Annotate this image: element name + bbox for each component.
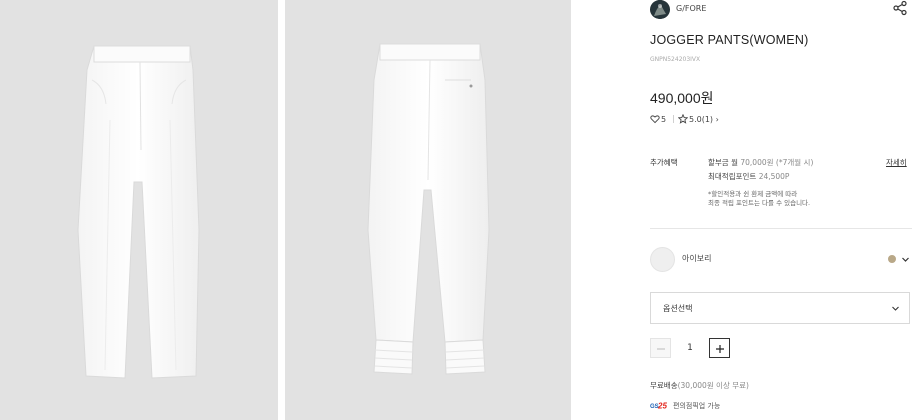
color-dot — [888, 255, 896, 263]
quantity-value[interactable]: 1 — [671, 338, 709, 358]
chevron-down-icon[interactable] — [901, 255, 910, 264]
share-icon[interactable] — [892, 0, 908, 16]
product-image-back[interactable] — [285, 0, 571, 420]
gs25-logo-icon: GS 25 — [650, 402, 667, 411]
brand-logo-icon — [650, 0, 670, 19]
shipping-info: 무료배송(30,000원 이상 무료) — [650, 380, 749, 391]
brand-name[interactable]: G/FORE — [676, 4, 706, 13]
stats-separator: | — [672, 114, 675, 123]
color-selector[interactable]: 아이보리 — [650, 247, 912, 273]
option-select-dropdown[interactable]: 옵션선택 — [650, 292, 910, 324]
brand-row: G/FORE — [650, 0, 912, 20]
pants-back-illustration — [367, 43, 490, 375]
points-prefix: 최대적립포인트 — [708, 172, 759, 181]
product-price: 490,000원 — [650, 90, 714, 106]
installment-suffix: (*7개월 시) — [773, 158, 814, 167]
quantity-increase-button[interactable] — [709, 338, 730, 358]
heart-icon[interactable] — [650, 114, 660, 124]
plus-icon — [716, 345, 724, 353]
pickup-text: 편의점픽업 가능 — [673, 402, 721, 410]
product-title: JOGGER PANTS(WOMEN) — [650, 33, 809, 47]
section-divider — [650, 228, 912, 229]
product-info-panel: G/FORE JOGGER PANTS(WOMEN) GNPN524203IVX… — [650, 0, 912, 420]
product-gallery — [0, 0, 571, 420]
color-swatch-ivory[interactable] — [650, 247, 675, 272]
likes-count: 5 — [661, 115, 667, 124]
benefits-note-2: 최종 적립 포인트는 다를 수 있습니다. — [708, 199, 811, 207]
installment-prefix: 할부금 월 — [708, 158, 741, 167]
color-name: 아이보리 — [682, 254, 712, 263]
shipping-text: 무료배송 — [650, 381, 678, 390]
rating-value: 5.0(1) — [689, 115, 714, 124]
pants-front-illustration — [77, 45, 200, 379]
gs-logo-25: 25 — [657, 402, 667, 411]
product-image-front[interactable] — [0, 0, 278, 420]
points-line: 최대적립포인트 24,500P — [708, 171, 789, 182]
chevron-down-icon — [892, 306, 899, 311]
installment-amount: 70,000원 — [740, 158, 774, 167]
quantity-decrease-button[interactable] — [650, 338, 671, 358]
installment-line: 할부금 월 70,000원 (*7개월 시) — [708, 157, 813, 168]
benefits-detail-link[interactable]: 자세히 — [886, 157, 907, 168]
product-code: GNPN524203IVX — [650, 56, 701, 63]
option-select-label: 옵션선택 — [663, 304, 693, 313]
points-amount: 24,500P — [758, 172, 790, 181]
star-icon — [678, 114, 688, 124]
minus-icon — [657, 348, 665, 350]
rating-arrow-icon: › — [715, 115, 719, 124]
brand-avatar[interactable] — [650, 0, 670, 19]
benefits-label: 추가혜택 — [650, 158, 678, 167]
shipping-condition: (30,000원 이상 무료) — [677, 381, 749, 390]
rating-link[interactable]: 5.0(1) › — [689, 115, 719, 124]
